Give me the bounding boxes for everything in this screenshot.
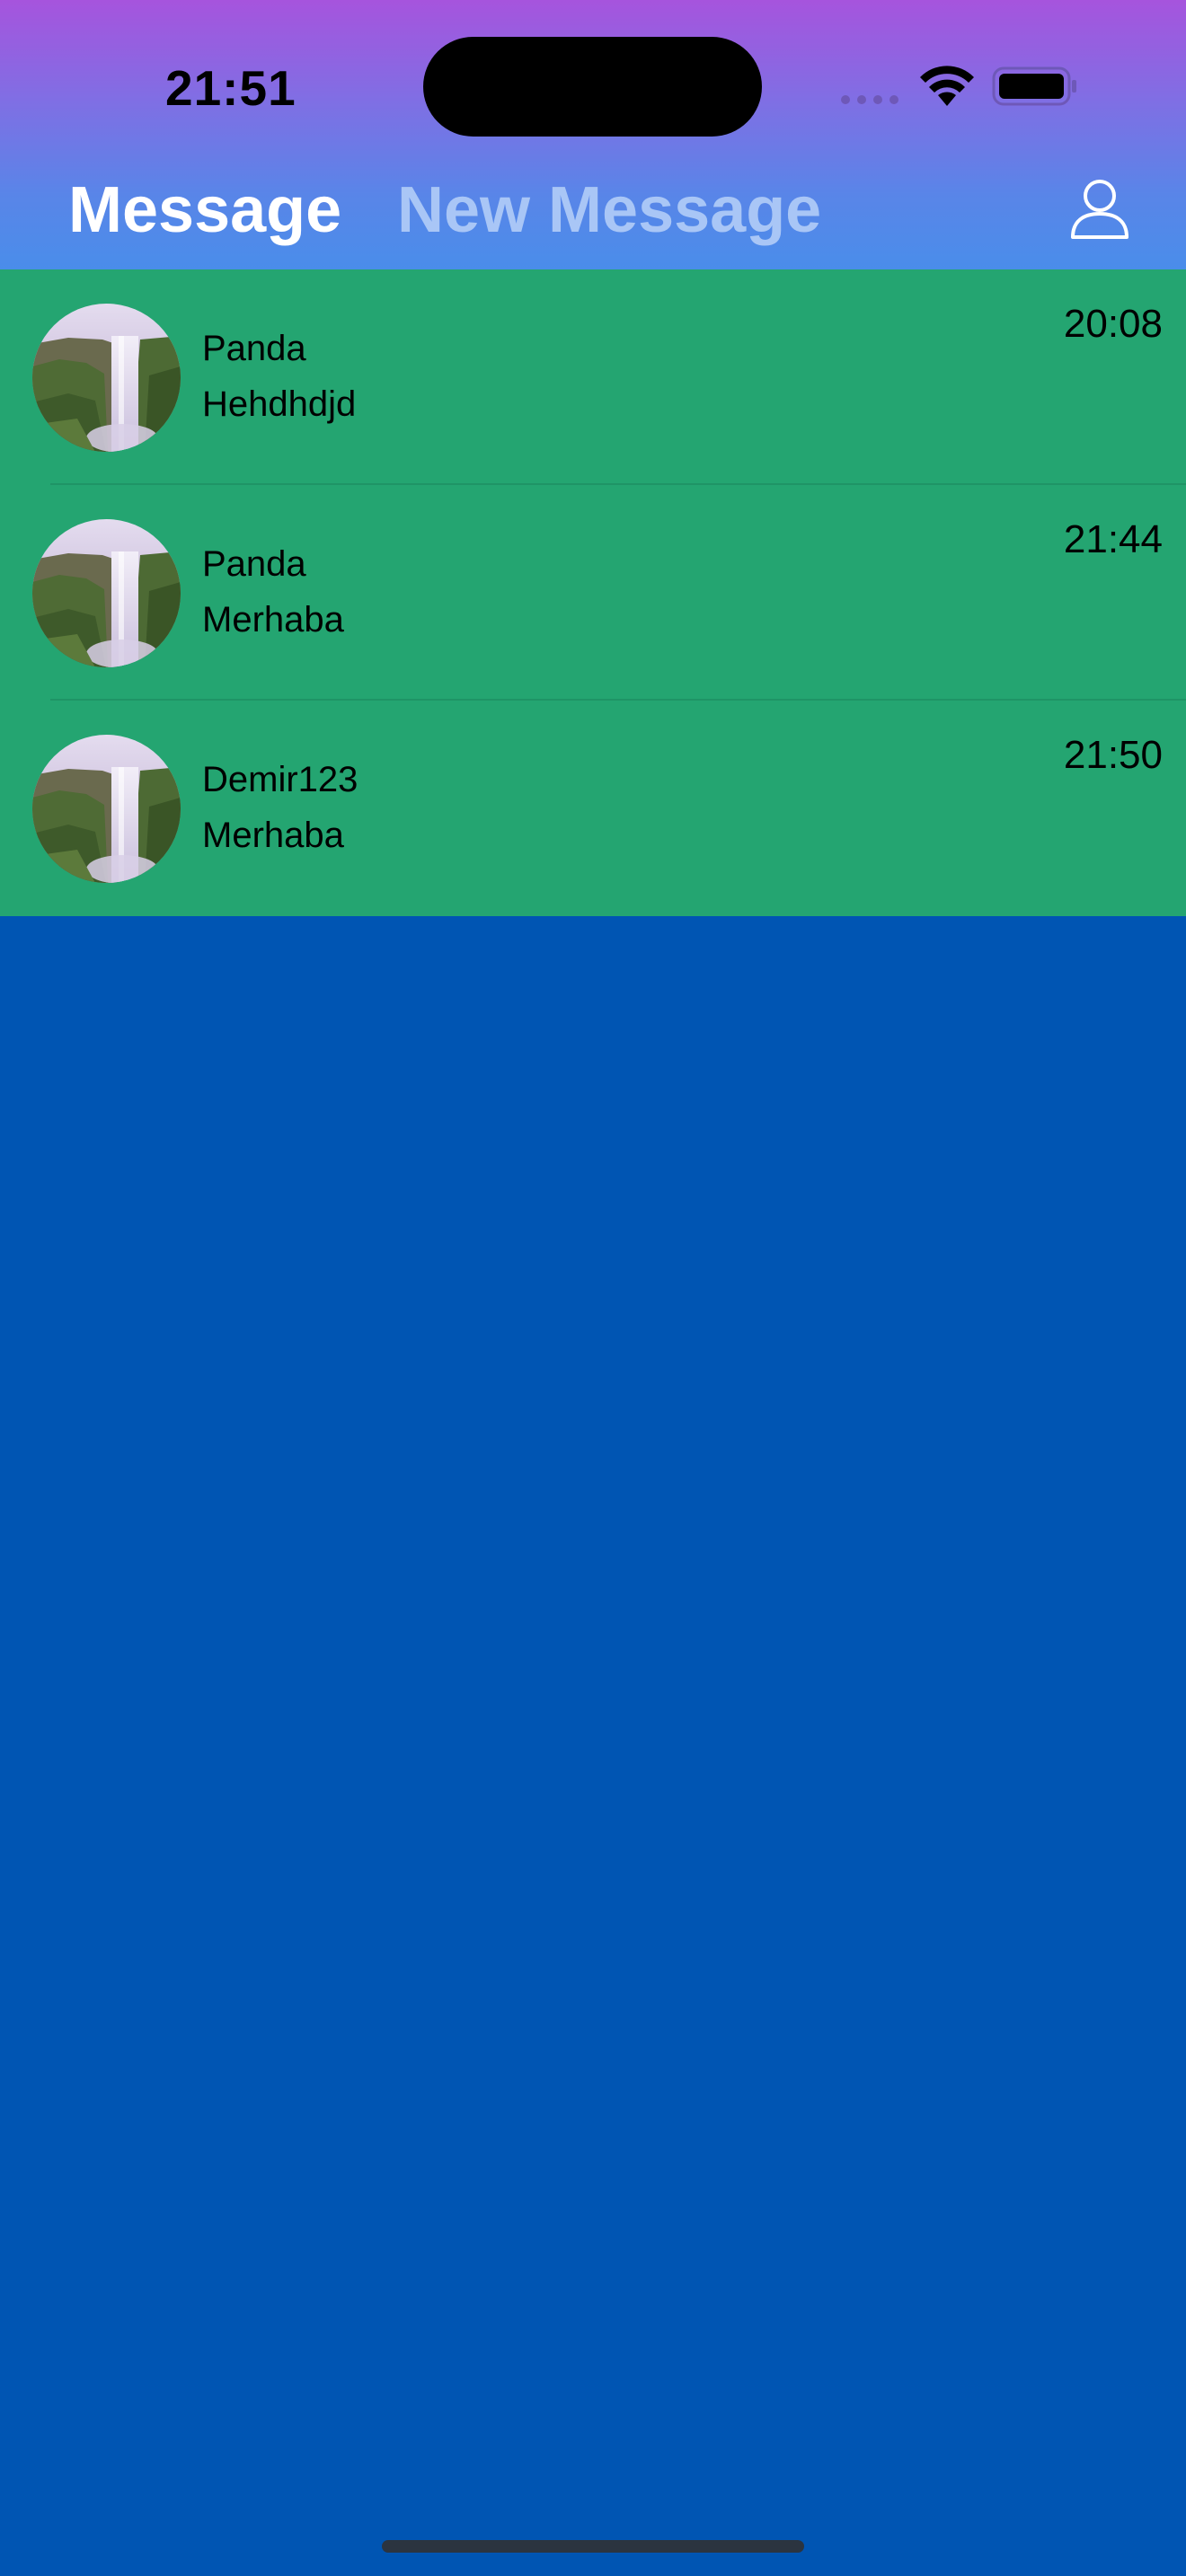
conversation-row[interactable]: Panda Hehdhdjd 20:08 <box>0 269 1186 485</box>
tab-new-message[interactable]: New Message <box>397 173 821 247</box>
cellular-signal-icon <box>841 95 898 104</box>
conversation-time: 20:08 <box>1063 302 1163 346</box>
avatar <box>32 735 181 883</box>
conversation-row[interactable]: Demir123 Merhaba 21:50 <box>0 701 1186 916</box>
home-indicator[interactable] <box>382 2540 804 2553</box>
conversation-row[interactable]: Panda Merhaba 21:44 <box>0 485 1186 701</box>
conversation-preview: Hehdhdjd <box>202 384 357 424</box>
avatar <box>32 304 181 452</box>
conversation-preview: Merhaba <box>202 600 344 640</box>
tab-message[interactable]: Message <box>68 173 341 247</box>
conversation-name: Panda <box>202 329 306 368</box>
wifi-icon <box>920 66 974 106</box>
conversation-time: 21:44 <box>1063 517 1163 561</box>
navigation-header: 21:51 Message New Message <box>0 0 1186 269</box>
conversation-name: Demir123 <box>202 760 358 799</box>
battery-icon <box>992 66 1076 106</box>
dynamic-island <box>423 37 762 137</box>
status-bar-time: 21:51 <box>165 60 296 116</box>
conversation-name: Panda <box>202 544 306 584</box>
avatar <box>32 519 181 667</box>
conversation-time: 21:50 <box>1063 733 1163 777</box>
conversation-list: Panda Hehdhdjd 20:08 Panda Merhaba 21:44… <box>0 269 1186 916</box>
person-icon[interactable] <box>1069 178 1130 241</box>
conversation-preview: Merhaba <box>202 816 344 855</box>
